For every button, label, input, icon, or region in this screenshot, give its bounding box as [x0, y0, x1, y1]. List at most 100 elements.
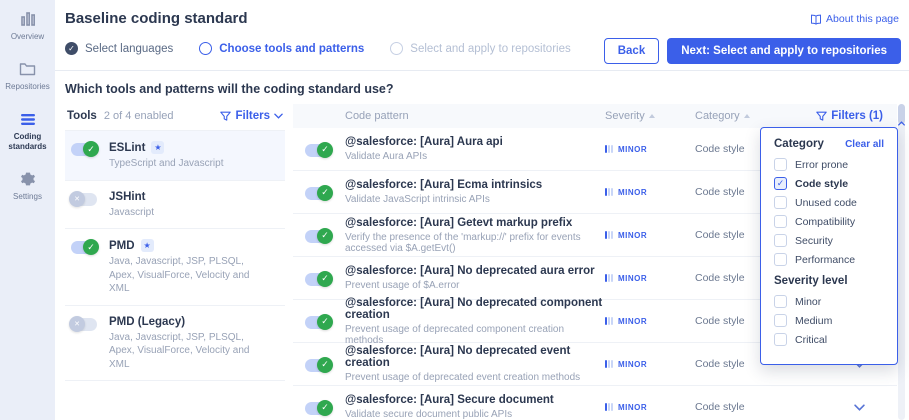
patterns-filters-button[interactable]: Filters (1)	[787, 110, 897, 122]
sort-caret-icon	[649, 114, 655, 118]
chevron-down-icon	[274, 113, 283, 119]
bar-chart-icon	[20, 10, 36, 28]
severity-badge: MINOR	[605, 188, 695, 197]
sidebar-item-overview[interactable]: Overview	[0, 0, 55, 50]
pattern-title: @salesforce: [Aura] No deprecated compon…	[345, 297, 605, 321]
tools-enabled-count: 2 of 4 enabled	[104, 110, 174, 122]
sidebar-item-label: Coding standards	[2, 132, 53, 152]
funnel-icon	[816, 111, 827, 122]
column-category[interactable]: Category	[695, 110, 787, 122]
sidebar: Overview Repositories Coding standards S…	[0, 0, 55, 420]
check-icon: ✓	[83, 239, 99, 255]
checkbox-icon: ✓	[774, 314, 787, 327]
checkbox-icon: ✓	[774, 158, 787, 171]
step-choose-tools-and-patterns[interactable]: Choose tools and patterns	[199, 42, 364, 55]
sidebar-item-coding-standards[interactable]: Coding standards	[0, 100, 55, 160]
sidebar-item-label: Repositories	[5, 82, 49, 92]
pattern-description: Validate Aura APIs	[345, 151, 605, 162]
checkbox-icon: ✓	[774, 215, 787, 228]
dropdown-category-title: Category	[774, 138, 824, 150]
severity-badge: MINOR	[605, 360, 695, 369]
step-select-and-apply[interactable]: Select and apply to repositories	[390, 42, 570, 55]
pattern-title: @salesforce: [Aura] No deprecated aura e…	[345, 265, 605, 277]
pattern-toggle[interactable]: ✓	[305, 273, 331, 286]
filter-option-minor[interactable]: ✓ Minor	[774, 295, 884, 308]
check-icon: ✓	[317, 142, 333, 158]
check-icon: ✓	[317, 400, 333, 416]
funnel-icon	[220, 111, 231, 122]
tool-row-pmd[interactable]: ✓ PMD ★ Java, Javascript, JSP, PLSQL, Ap…	[65, 228, 285, 305]
severity-badge: MINOR	[605, 145, 695, 154]
filter-option-unused-code[interactable]: ✓ Unused code	[774, 196, 884, 209]
next-button[interactable]: Next: Select and apply to repositories	[667, 38, 901, 64]
cross-icon: ✕	[69, 316, 85, 332]
pattern-title: @salesforce: [Aura] Secure document	[345, 394, 605, 406]
wizard-actions: Back Next: Select and apply to repositor…	[604, 38, 901, 64]
tool-languages: Java, Javascript, JSP, PLSQL, Apex, Visu…	[109, 331, 269, 372]
tool-row-jshint[interactable]: ✕ JSHint Javascript	[65, 180, 285, 229]
sidebar-item-label: Settings	[13, 192, 42, 202]
star-icon: ★	[151, 141, 164, 154]
sort-caret-icon	[744, 114, 750, 118]
pattern-description: Prevent usage of deprecated component cr…	[345, 324, 605, 346]
checkbox-icon: ✓	[774, 196, 787, 209]
sidebar-item-repositories[interactable]: Repositories	[0, 50, 55, 100]
checkbox-checked-icon: ✓	[774, 177, 787, 190]
filter-option-security[interactable]: ✓ Security	[774, 234, 884, 247]
tool-languages: Java, Javascript, JSP, PLSQL, Apex, Visu…	[109, 255, 269, 296]
pattern-title: @salesforce: [Aura] Ecma intrinsics	[345, 179, 605, 191]
expand-chevron-icon[interactable]	[787, 404, 897, 411]
pattern-toggle[interactable]: ✓	[305, 230, 331, 243]
severity-minor-icon	[605, 274, 613, 282]
filter-option-medium[interactable]: ✓ Medium	[774, 314, 884, 327]
pattern-title: @salesforce: [Aura] Aura api	[345, 136, 605, 148]
tool-toggle-off[interactable]: ✕	[71, 193, 97, 206]
pattern-toggle[interactable]: ✓	[305, 359, 331, 372]
severity-minor-icon	[605, 403, 613, 411]
tool-toggle-off[interactable]: ✕	[71, 318, 97, 331]
pattern-toggle[interactable]: ✓	[305, 144, 331, 157]
book-icon	[810, 14, 822, 25]
step-disabled-radio-icon	[390, 42, 403, 55]
check-icon: ✓	[317, 271, 333, 287]
severity-badge: MINOR	[605, 231, 695, 240]
filter-option-code-style[interactable]: ✓ Code style	[774, 177, 884, 190]
about-this-page-link[interactable]: About this page	[810, 13, 899, 25]
clear-all-link[interactable]: Clear all	[845, 139, 884, 150]
pattern-toggle[interactable]: ✓	[305, 316, 331, 329]
pattern-toggle[interactable]: ✓	[305, 187, 331, 200]
back-button[interactable]: Back	[604, 38, 660, 64]
pattern-description: Prevent usage of deprecated event creati…	[345, 372, 605, 383]
app-window: Overview Repositories Coding standards S…	[0, 0, 909, 420]
filter-option-compatibility[interactable]: ✓ Compatibility	[774, 215, 884, 228]
step-active-radio-icon	[199, 42, 212, 55]
step-select-languages[interactable]: ✓ Select languages	[65, 42, 173, 55]
severity-minor-icon	[605, 317, 613, 325]
checkbox-icon: ✓	[774, 234, 787, 247]
severity-badge: MINOR	[605, 403, 695, 412]
pattern-description: Prevent usage of $A.error	[345, 280, 605, 291]
pattern-toggle[interactable]: ✓	[305, 402, 331, 415]
tool-toggle-on[interactable]: ✓	[71, 143, 97, 156]
sidebar-item-settings[interactable]: Settings	[0, 160, 55, 210]
filter-option-error-prone[interactable]: ✓ Error prone	[774, 158, 884, 171]
folder-icon	[19, 60, 36, 78]
filter-option-critical[interactable]: ✓ Critical	[774, 333, 884, 346]
tools-filters-button[interactable]: Filters	[220, 110, 283, 122]
filter-option-performance[interactable]: ✓ Performance	[774, 253, 884, 266]
column-severity[interactable]: Severity	[605, 110, 695, 122]
tool-row-pmd-legacy[interactable]: ✕ PMD (Legacy) Java, Javascript, JSP, PL…	[65, 305, 285, 382]
pattern-description: Validate secure document public APIs	[345, 409, 605, 420]
pattern-title: @salesforce: [Aura] No deprecated event …	[345, 345, 605, 369]
gear-icon	[20, 170, 36, 188]
tools-panel-header: Tools 2 of 4 enabled Filters	[65, 104, 285, 130]
tool-languages: Javascript	[109, 206, 154, 220]
category-cell: Code style	[695, 401, 787, 413]
stepper: ✓ Select languages Choose tools and patt…	[65, 42, 571, 55]
patterns-table-header: Code pattern Severity Category Filters (…	[293, 104, 897, 128]
tool-row-eslint[interactable]: ✓ ESLint ★ TypeScript and Javascript	[65, 130, 285, 180]
tool-toggle-on[interactable]: ✓	[71, 241, 97, 254]
sidebar-item-label: Overview	[11, 32, 44, 42]
step-completed-check-icon: ✓	[65, 42, 78, 55]
vertical-scrollbar[interactable]	[898, 104, 905, 420]
